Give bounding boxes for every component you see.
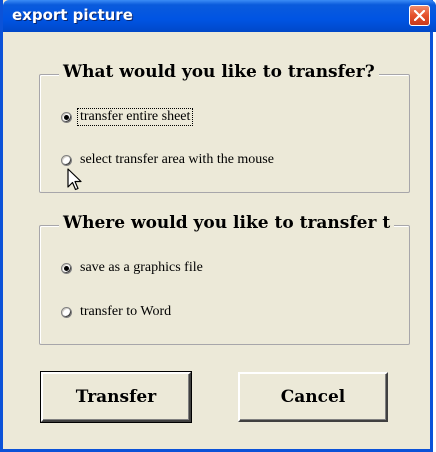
radio-label: save as a graphics file <box>80 260 203 275</box>
cancel-button[interactable]: Cancel <box>238 372 388 422</box>
radio-button-checked[interactable] <box>61 111 72 123</box>
radio-transfer-to-word[interactable]: transfer to Word <box>61 302 173 322</box>
export-picture-dialog: export picture What would you like to tr… <box>0 0 436 452</box>
title-bar[interactable]: export picture <box>3 0 436 32</box>
radio-button-unchecked[interactable] <box>61 306 72 318</box>
close-button[interactable] <box>409 5 430 26</box>
radio-save-graphics-file[interactable]: save as a graphics file <box>61 258 205 278</box>
radio-label: transfer entire sheet <box>76 108 194 126</box>
mouse-pointer-icon <box>67 168 82 191</box>
transfer-what-group <box>39 74 410 193</box>
close-icon <box>414 10 425 21</box>
window-title: export picture <box>12 6 133 24</box>
radio-label: select transfer area with the mouse <box>80 152 274 167</box>
transfer-where-group-title: Where would you like to transfer t <box>59 213 395 233</box>
radio-button-unchecked[interactable] <box>61 154 72 166</box>
transfer-what-group-title: What would you like to transfer? <box>59 62 379 82</box>
radio-transfer-entire-sheet[interactable]: transfer entire sheet <box>61 107 194 127</box>
radio-button-checked[interactable] <box>61 262 72 274</box>
transfer-button[interactable]: Transfer <box>40 371 192 423</box>
radio-select-area-mouse[interactable]: select transfer area with the mouse <box>61 150 276 170</box>
radio-label: transfer to Word <box>80 304 172 319</box>
transfer-where-group <box>39 225 410 345</box>
